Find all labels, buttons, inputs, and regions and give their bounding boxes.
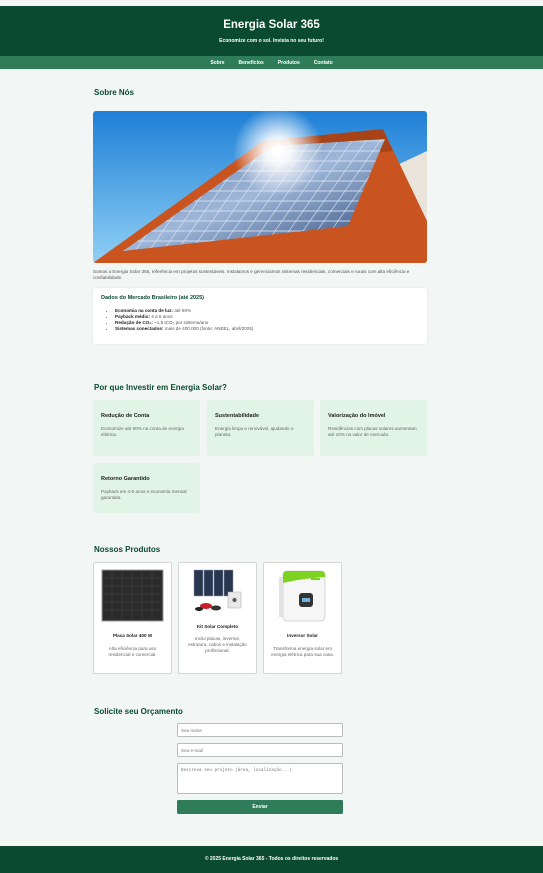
email-input[interactable] [177, 743, 343, 757]
solar-inverter-image [279, 570, 326, 622]
benefit-desc: Energia limpa e renovável, ajudando o pl… [215, 426, 294, 437]
nav-link-produtos[interactable]: Produtos [278, 60, 300, 66]
site-title: Energia Solar 365 [223, 19, 320, 31]
benefit-desc: Economize até 90% na conta de energia el… [101, 426, 184, 437]
solar-kit-image [193, 569, 242, 611]
benefit-desc: Payback em 4-6 anos e economia mensal ga… [101, 489, 187, 500]
submit-button[interactable]: Enviar [177, 800, 343, 814]
main-nav: Sobre Benefícios Produtos Contato [0, 56, 543, 69]
site-header: Energia Solar 365 Economize com o sol. I… [0, 6, 543, 56]
product-name: Kit Solar Completo [196, 624, 239, 629]
benefit-card-valorizacao: Valorização do Imóvel Residências com pl… [320, 400, 427, 456]
product-name: Placa Solar 400 W [112, 633, 153, 638]
solar-roof-hero-image [93, 111, 427, 263]
product-desc: Transforma energia solar em energia elét… [271, 646, 334, 657]
site-footer: © 2025 Energia Solar 365 - Todos os dire… [0, 846, 543, 873]
product-name: Inversor Solar [287, 633, 318, 638]
about-text: Somos a Energia Solar 365, referência em… [93, 269, 410, 280]
product-card-kit[interactable]: Kit Solar Completo Inclui placas, invers… [178, 562, 257, 674]
products-section-title: Nossos Produtos [94, 545, 161, 554]
benefit-card-reducao: Redução de Conta Economize até 90% na co… [93, 400, 200, 456]
product-card-placa[interactable]: Placa Solar 400 W Alta eficiência para u… [93, 562, 172, 674]
project-description-textarea[interactable] [177, 763, 343, 794]
market-data-list: Economia na conta de luz: até 90% Paybac… [115, 308, 253, 332]
market-data-item: Sistemas conectados: mais de 400.000 (fo… [115, 326, 253, 332]
contact-section-title: Solicite seu Orçamento [94, 707, 183, 716]
name-input[interactable] [177, 723, 343, 737]
benefit-title: Retorno Garantido [101, 476, 150, 482]
nav-link-beneficios[interactable]: Benefícios [239, 60, 264, 66]
solar-panel-image [101, 569, 164, 622]
product-desc: Inclui placas, inversor, estrutura, cabo… [188, 636, 247, 653]
nav-link-contato[interactable]: Contato [314, 60, 333, 66]
nav-link-sobre[interactable]: Sobre [210, 60, 224, 66]
benefit-card-sustentabilidade: Sustentabilidade Energia limpa e renováv… [207, 400, 314, 456]
site-tagline: Economize com o sol. Invista no seu futu… [219, 38, 324, 44]
benefits-section-title: Por que Investir em Energia Solar? [94, 383, 227, 392]
product-desc: Alta eficiência para uso residencial e c… [108, 646, 157, 657]
market-data-card: Dados do Mercado Brasileiro (até 2025) E… [93, 288, 427, 344]
benefit-title: Sustentabilidade [215, 413, 260, 419]
benefit-desc: Residências com placas solares aumentam … [328, 426, 417, 437]
benefit-title: Redução de Conta [101, 413, 150, 419]
benefit-card-retorno: Retorno Garantido Payback em 4-6 anos e … [93, 463, 200, 513]
market-data-title: Dados do Mercado Brasileiro (até 2025) [101, 295, 205, 301]
benefit-title: Valorização do Imóvel [328, 413, 386, 419]
product-card-inversor[interactable]: Inversor Solar Transforma energia solar … [263, 562, 342, 674]
about-section-title: Sobre Nós [94, 88, 135, 97]
